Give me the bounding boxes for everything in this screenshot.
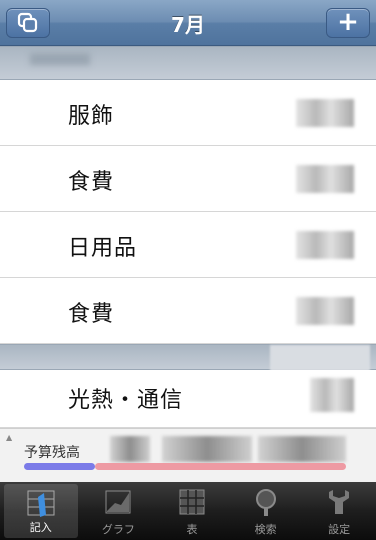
tab-label: 検索 <box>254 523 277 536</box>
search-icon <box>255 489 276 516</box>
budget-bar-remaining <box>95 463 346 470</box>
amount-blurred <box>296 165 354 193</box>
budget-remaining: ▲ 予算残高 <box>0 428 376 482</box>
tab-label: グラフ <box>101 523 135 536</box>
add-button[interactable]: + <box>326 8 370 38</box>
list-item[interactable]: 食費 <box>0 278 376 344</box>
list-item[interactable]: 光熱・通信 <box>0 370 376 428</box>
amount-blurred <box>296 99 354 127</box>
category-label: 日用品 <box>68 236 138 261</box>
tab-label: 設定 <box>328 523 351 536</box>
table-icon <box>179 489 205 515</box>
section-header <box>0 344 376 371</box>
budget-bar-spent <box>24 463 95 470</box>
tab-entry[interactable]: 記入 <box>4 484 78 538</box>
list-item[interactable]: 服飾 <box>0 80 376 146</box>
up-arrow-icon: ▲ <box>6 433 13 442</box>
tab-graph[interactable]: グラフ <box>82 482 156 540</box>
amount-blurred <box>310 378 354 412</box>
pen-icon <box>27 490 55 517</box>
list-item[interactable]: 食費 <box>0 146 376 212</box>
graph-icon <box>105 490 131 514</box>
budget-value-blurred <box>162 436 252 462</box>
section-header-blur <box>30 53 90 65</box>
plus-icon: + <box>337 7 359 37</box>
category-label: 食費 <box>68 302 115 327</box>
category-label: 光熱・通信 <box>68 388 184 413</box>
tab-settings[interactable]: 設定 <box>302 482 376 540</box>
category-label: 食費 <box>68 170 115 195</box>
wrench-icon <box>329 490 350 514</box>
category-label: 服飾 <box>68 104 115 129</box>
tab-search[interactable]: 検索 <box>229 482 303 540</box>
tab-label: 記入 <box>29 521 52 534</box>
budget-value-blurred <box>258 436 346 462</box>
section-header <box>0 46 376 80</box>
tab-bar: 記入 グラフ 表 検索 設定 <box>0 482 376 540</box>
budget-value-blurred <box>110 436 150 462</box>
page-title: 7月 <box>171 13 205 37</box>
navbar: 7月 + <box>0 0 376 46</box>
amount-blurred <box>296 231 354 259</box>
tab-table[interactable]: 表 <box>155 482 229 540</box>
budget-label: 予算残高 <box>24 445 80 461</box>
list-item[interactable]: 日用品 <box>0 212 376 278</box>
screen: 7月 + 服飾 食費 日用品 食費 光熱・通信 ▲ 予算残高 記入 グラフ 表 … <box>0 0 376 540</box>
amount-blurred <box>296 297 354 325</box>
section-header-blur <box>270 345 370 371</box>
tab-label: 表 <box>186 523 198 536</box>
